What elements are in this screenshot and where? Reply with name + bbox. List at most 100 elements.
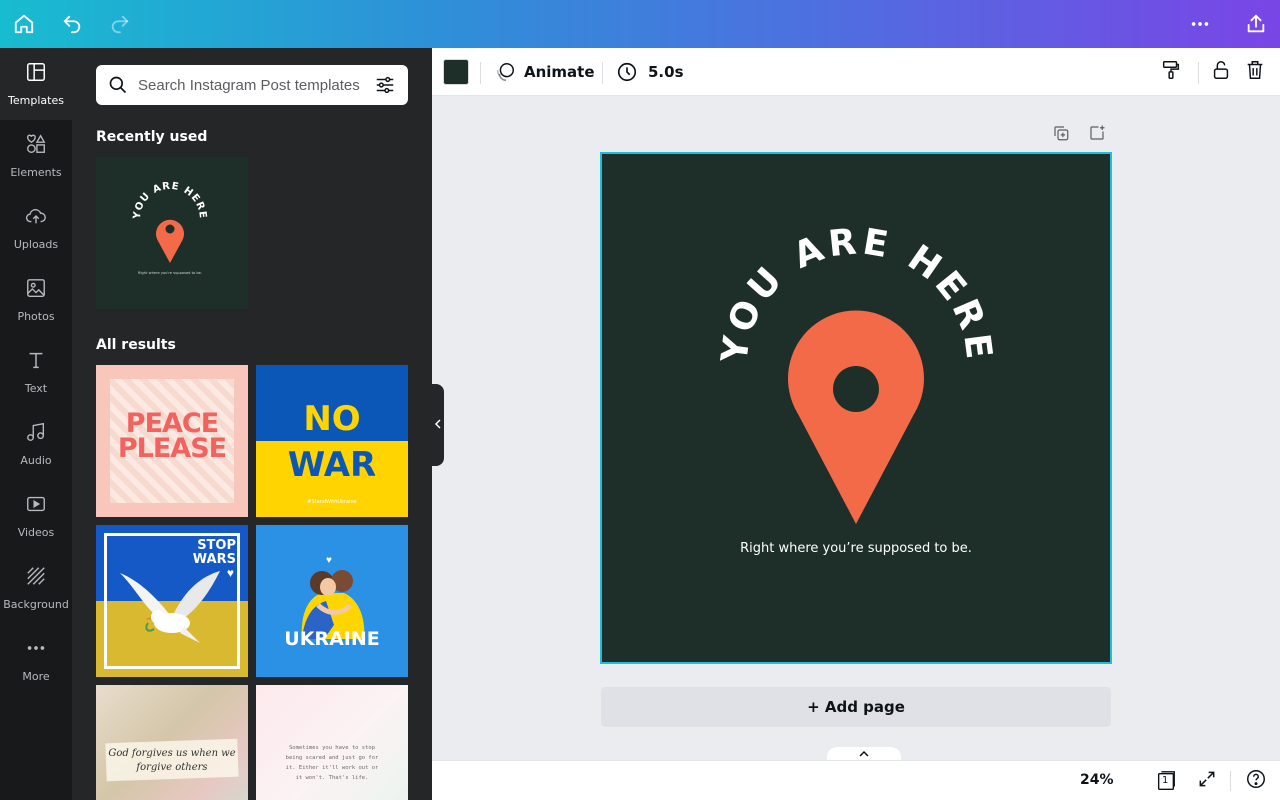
- bottom-bar: 24% 1: [432, 760, 1280, 800]
- thumb-line: WARS: [192, 552, 236, 567]
- page-grid-button[interactable]: 1: [1154, 769, 1178, 793]
- canvas-tagline[interactable]: Right where you’re supposed to be.: [602, 541, 1110, 556]
- search-icon: [108, 75, 128, 95]
- audio-icon: [25, 421, 47, 448]
- recently-used-title: Recently used: [96, 129, 208, 145]
- thumb-line: God forgives us when we: [108, 748, 236, 759]
- add-page-button[interactable]: + Add page: [601, 687, 1111, 727]
- template-thumb-ukraine[interactable]: ♥ UKRAINE: [256, 525, 408, 677]
- help-button[interactable]: [1244, 769, 1268, 793]
- duration-button[interactable]: 5.0s: [616, 56, 684, 88]
- rail-label: Elements: [10, 166, 62, 179]
- dove-illustration: [120, 571, 220, 643]
- thumb-line: PLEASE: [117, 433, 227, 464]
- rail-label: More: [22, 670, 50, 683]
- collapse-panel-button[interactable]: [432, 384, 444, 466]
- animate-button[interactable]: Animate: [494, 56, 595, 88]
- no-text: NO: [303, 399, 361, 439]
- rail-item-elements[interactable]: Elements: [0, 120, 72, 192]
- rail-label: Uploads: [13, 238, 59, 251]
- delete-button[interactable]: [1244, 56, 1266, 88]
- template-thumb-stop-wars[interactable]: STOP WARS ♥: [96, 525, 248, 677]
- duplicate-icon: [1052, 124, 1070, 147]
- rail-item-background[interactable]: Background: [0, 552, 72, 624]
- war-text: WAR: [287, 445, 377, 485]
- templates-panel: Recently used YOU ARE HERE Right where y…: [72, 48, 432, 800]
- rail-label: Templates: [8, 94, 64, 107]
- duplicate-page-button[interactable]: [1050, 124, 1072, 146]
- thumb-line: forgive others: [136, 762, 208, 773]
- rail-label: Audio: [20, 454, 52, 467]
- template-thumb-peace-please[interactable]: PEACE PLEASE: [96, 365, 248, 517]
- canvas-artwork: YOU ARE HERE: [714, 221, 996, 524]
- template-thumb-god-forgives[interactable]: God forgives us when we forgive others: [96, 685, 248, 800]
- thumb-line: Sometimes you have to stop: [288, 745, 376, 751]
- undo-button[interactable]: [48, 0, 96, 48]
- rail-item-uploads[interactable]: Uploads: [0, 192, 72, 264]
- filter-icon[interactable]: [374, 74, 396, 96]
- recent-template-thumb[interactable]: YOU ARE HERE Right where you're supposed…: [96, 157, 248, 309]
- stop-wars-text: STOP WARS: [193, 539, 236, 567]
- template-thumb-sometimes[interactable]: Sometimes you have to stop being scared …: [256, 685, 408, 800]
- share-icon: [1245, 13, 1267, 35]
- rail-label: Videos: [17, 526, 55, 539]
- rail-item-text[interactable]: Text: [0, 336, 72, 408]
- rail-item-audio[interactable]: Audio: [0, 408, 72, 480]
- design-canvas-page[interactable]: YOU ARE HERE Right where you’re supposed…: [600, 152, 1112, 664]
- page-count: 1: [1162, 775, 1169, 786]
- toolbar-divider: [480, 62, 481, 84]
- recent-thumb-tagline: Right where you're supposed to be.: [138, 271, 202, 275]
- more-options-button[interactable]: [1176, 0, 1224, 48]
- search-box: [96, 65, 408, 105]
- copy-style-button[interactable]: [1160, 56, 1182, 88]
- all-results-title: All results: [96, 337, 176, 353]
- toolbar-divider: [1198, 62, 1199, 84]
- text-icon: [25, 349, 47, 376]
- thumb-line: it won't. That's life.: [295, 775, 369, 781]
- fullscreen-button[interactable]: [1195, 769, 1219, 793]
- animate-icon: [494, 61, 516, 83]
- elements-icon: [25, 133, 47, 160]
- clock-icon: [616, 61, 638, 83]
- left-rail: Templates Elements Uploads Photos Text A…: [0, 48, 72, 800]
- recent-thumb-headline: YOU ARE HERE: [132, 181, 208, 221]
- hashtag-text: #StandWithUkraine: [307, 499, 357, 505]
- top-bar: [0, 0, 1280, 48]
- template-thumb-no-war[interactable]: NO WAR #StandWithUkraine: [256, 365, 408, 517]
- trash-icon: [1244, 59, 1266, 85]
- rail-item-photos[interactable]: Photos: [0, 264, 72, 336]
- god-forgives-text: God forgives us when we forgive others: [96, 747, 248, 775]
- add-page-icon-button[interactable]: [1086, 124, 1108, 146]
- rail-item-more[interactable]: More: [0, 624, 72, 696]
- bottom-divider: [1230, 771, 1231, 791]
- more-horizontal-icon: [1189, 13, 1211, 35]
- rail-item-videos[interactable]: Videos: [0, 480, 72, 552]
- pages-icon: 1: [1155, 770, 1177, 792]
- share-button[interactable]: [1232, 0, 1280, 48]
- chevron-left-icon: [434, 416, 442, 434]
- help-icon: [1245, 768, 1267, 795]
- zoom-level[interactable]: 24%: [1080, 772, 1114, 788]
- paint-roller-icon: [1160, 59, 1182, 85]
- redo-button[interactable]: [96, 0, 144, 48]
- heart-icon: ♥: [226, 566, 234, 580]
- svg-text:YOU ARE HERE: YOU ARE HERE: [132, 181, 209, 221]
- toolbar-divider: [602, 62, 603, 84]
- notes-toggle-button[interactable]: [827, 747, 901, 761]
- animate-label: Animate: [524, 63, 595, 81]
- rail-item-templates[interactable]: Templates: [0, 48, 72, 120]
- expand-icon: [1197, 769, 1217, 794]
- thumb-line: STOP: [197, 538, 236, 553]
- more-icon: [25, 637, 47, 664]
- background-color-swatch[interactable]: [444, 60, 468, 84]
- rail-label: Photos: [17, 310, 55, 323]
- templates-icon: [25, 61, 47, 88]
- search-input[interactable]: [138, 76, 374, 94]
- redo-icon: [109, 13, 131, 35]
- lock-button[interactable]: [1210, 56, 1232, 88]
- location-pin-icon: [788, 310, 924, 524]
- rail-label: Text: [24, 382, 48, 395]
- peace-please-text: PEACE PLEASE: [96, 410, 248, 464]
- home-button[interactable]: [0, 0, 48, 48]
- recent-thumb-art: YOU ARE HERE Right where you're supposed…: [132, 181, 209, 275]
